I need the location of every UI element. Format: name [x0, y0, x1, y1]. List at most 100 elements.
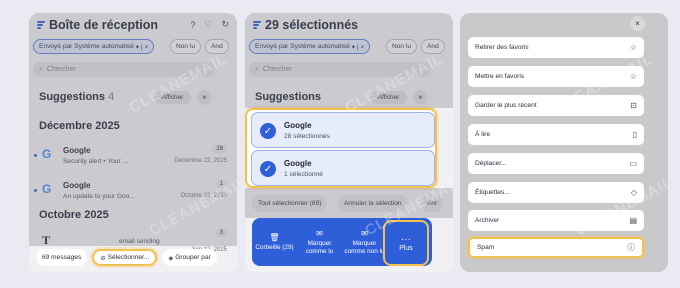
card-sender: Google — [284, 121, 312, 130]
mail-subject: An update to your Goo... — [63, 193, 135, 200]
menu-item-label: À lire — [475, 131, 491, 138]
menu-icon[interactable] — [253, 21, 261, 29]
dots-icon: ··· — [401, 234, 411, 245]
more-label: Plus — [399, 245, 413, 252]
mail-subject: Security alert • Your ... — [63, 158, 128, 165]
check-icon[interactable]: ✓ — [260, 161, 276, 177]
show-button[interactable]: Afficher — [370, 91, 407, 104]
search-input[interactable]: ⌕ Chercher — [33, 62, 215, 77]
mail-date: Décembre 22, 2025 — [174, 158, 227, 164]
heart-icon[interactable]: ♡ — [204, 19, 212, 30]
unread-dot — [34, 154, 37, 157]
chip-more[interactable]: And — [421, 39, 445, 54]
check-icon[interactable]: ✓ — [260, 123, 276, 139]
card-detail: 28 sélectionnés — [284, 133, 330, 140]
selection-panel: 29 sélectionnés Envoyé par Système autom… — [245, 13, 453, 272]
folder-icon: ▭ — [629, 159, 637, 168]
header: 29 sélectionnés — [253, 18, 358, 32]
menu-item-label: Spam — [477, 244, 495, 251]
inbox-panel: Boîte de réception ? ♡ ↻ Envoyé par Syst… — [29, 13, 237, 272]
filter-chip[interactable]: Envoyé par Système automatisé ▾ | × — [249, 39, 371, 54]
chip-unread[interactable]: Non lu — [170, 39, 202, 54]
watermark: CLEANEMAIL — [342, 50, 446, 117]
menu-item-label: Déplacer... — [475, 160, 507, 167]
filter-chip-label: Envoyé par Système automatisé — [255, 43, 350, 50]
mail-subject: email sending — [119, 238, 160, 245]
search-placeholder: Chercher — [262, 66, 292, 73]
trash-button[interactable]: 🗑 Corbeille (29) — [252, 218, 297, 266]
menu-item[interactable]: À lire ▯ — [468, 124, 644, 145]
menu-item[interactable]: Étiquettes... ◇ — [468, 182, 644, 203]
google-logo-icon: G — [42, 182, 52, 196]
menu-item[interactable]: Déplacer... ▭ — [468, 153, 644, 174]
menu-item-label: Garder le plus récent — [475, 102, 537, 109]
close-icon[interactable]: × — [413, 90, 428, 105]
bookmark-icon: ▯ — [632, 130, 637, 139]
mail-sender: Google — [63, 181, 91, 190]
group-by-button[interactable]: ◈ Grouper par — [162, 249, 217, 266]
select-button[interactable]: ⊘ Sélectionner... — [92, 249, 158, 266]
sender-logo-icon: T — [42, 233, 51, 247]
mail-sender: Google — [63, 146, 91, 155]
select-label: Sélectionner... — [107, 254, 150, 261]
selected-card[interactable]: ✓ Google 28 sélectionnés — [251, 112, 435, 148]
envelope-icon: ✉ — [361, 229, 368, 239]
chip-more[interactable]: And — [205, 39, 229, 54]
search-input[interactable]: ⌕ Chercher — [249, 62, 431, 77]
mail-date: Octobre 23, 2025 — [180, 193, 227, 199]
menu-item-label: Retirer des favoris — [475, 44, 529, 51]
help-icon[interactable]: ? — [190, 20, 195, 30]
more-chip[interactable]: Anr — [421, 195, 444, 212]
unstar-icon: ☆ — [629, 43, 637, 52]
mail-count: 28 — [212, 145, 227, 153]
menu-item-label: Mettre en favoris — [475, 73, 525, 80]
google-logo-icon: G — [42, 147, 52, 161]
search-icon: ⌕ — [255, 65, 259, 73]
mark-read-button[interactable]: ✉ Marquer comme lu — [297, 218, 342, 266]
page-title: Boîte de réception — [49, 18, 159, 32]
list-item[interactable]: G Google An update to your Goo... 1 Octo… — [29, 176, 237, 208]
card-detail: 1 sélectionné — [284, 171, 323, 178]
check-circle-icon: ⊘ — [100, 254, 108, 262]
search-placeholder: Chercher — [46, 66, 76, 73]
alert-icon: ⓘ — [627, 243, 635, 252]
list-item[interactable]: G Google Security alert • Your ... 28 Dé… — [29, 141, 237, 173]
suggestions-label: Suggestions — [39, 91, 106, 103]
menu-item[interactable]: Retirer des favoris ☆ — [468, 37, 644, 58]
show-button[interactable]: Afficher — [154, 91, 191, 104]
mark-unread-button[interactable]: ✉ Marquer comme non lu — [342, 218, 387, 266]
page-title: 29 sélectionnés — [265, 18, 359, 32]
chip-unread[interactable]: Non lu — [386, 39, 418, 54]
trash-icon: 🗑 — [269, 232, 280, 242]
mail-count: 1 — [215, 180, 227, 188]
watermark: CLEANEMAIL — [126, 50, 230, 117]
selected-card[interactable]: ✓ Google 1 sélectionné — [251, 150, 435, 186]
layers-icon: ◈ — [168, 254, 176, 262]
refresh-icon[interactable]: ↻ — [221, 19, 229, 30]
more-button[interactable]: ··· Plus — [383, 220, 429, 266]
mark-read-label: Marquer comme lu — [305, 240, 334, 255]
envelope-open-icon: ✉ — [316, 229, 323, 239]
mark-unread-label: Marquer comme non lu — [344, 240, 385, 255]
menu-icon[interactable] — [37, 21, 45, 29]
suggestions-heading: Suggestions — [255, 91, 322, 103]
close-icon[interactable]: × — [197, 90, 212, 105]
section-heading: Octobre 2025 — [39, 209, 109, 221]
menu-item[interactable]: Archiver ▤ — [468, 210, 644, 231]
menu-item[interactable]: Mettre en favoris ☆ — [468, 66, 644, 87]
menu-item[interactable]: Garder le plus récent ⊡ — [468, 95, 644, 116]
unread-dot — [34, 189, 37, 192]
messages-count-button[interactable]: 69 messages — [36, 249, 88, 266]
keep-icon: ⊡ — [630, 101, 637, 110]
star-icon: ☆ — [629, 72, 637, 81]
menu-item-label: Étiquettes... — [475, 189, 510, 196]
close-icon[interactable]: × — [630, 16, 645, 31]
cancel-selection-button[interactable]: Annuler la sélection — [338, 195, 408, 212]
mail-count: 3 — [215, 229, 227, 237]
filter-chip[interactable]: Envoyé par Système automatisé ▾ | × — [33, 39, 155, 54]
menu-item-label: Archiver — [475, 217, 500, 224]
tag-icon: ◇ — [630, 188, 637, 197]
menu-item-spam[interactable]: Spam ⓘ — [468, 237, 644, 258]
select-all-button[interactable]: Tout sélectionner (69) — [252, 195, 328, 212]
more-actions-panel: × Retirer des favoris ☆ Mettre en favoris… — [460, 13, 668, 272]
